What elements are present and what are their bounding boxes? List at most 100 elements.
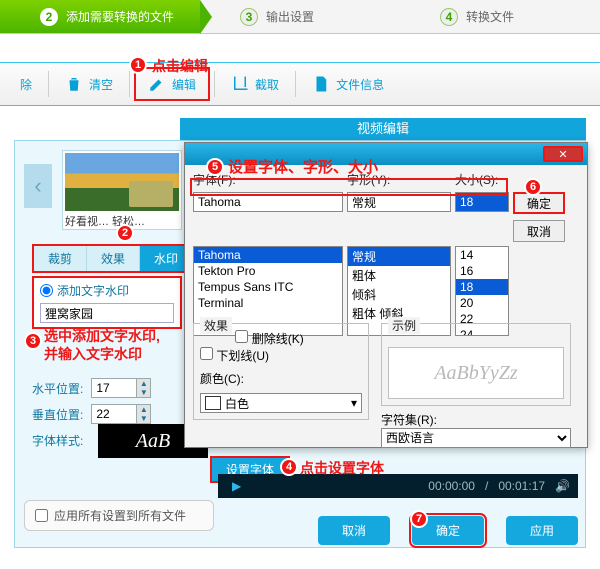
clear-button[interactable]: 清空 bbox=[53, 69, 125, 99]
fileinfo-button[interactable]: 文件信息 bbox=[300, 69, 396, 99]
list-item[interactable]: 20 bbox=[456, 295, 508, 311]
tab-crop[interactable]: 裁剪 bbox=[34, 246, 87, 271]
volume-icon[interactable]: 🔊 bbox=[555, 479, 570, 493]
close-icon[interactable]: ✕ bbox=[543, 146, 583, 162]
vpos-spinner[interactable]: ▲▼ bbox=[91, 404, 151, 424]
annotation-badge-2: 2 bbox=[116, 224, 134, 242]
font-cancel-button[interactable]: 取消 bbox=[513, 220, 565, 242]
video-edit-title: 视频编辑 bbox=[180, 118, 586, 140]
edit-tabs: 裁剪 效果 水印 bbox=[32, 244, 195, 273]
spin-up-icon[interactable]: ▲ bbox=[136, 379, 150, 388]
spin-down-icon[interactable]: ▼ bbox=[136, 414, 150, 423]
time-total: 00:01:17 bbox=[498, 479, 545, 493]
step-output[interactable]: 3 输出设置 bbox=[200, 0, 400, 33]
tab-effect[interactable]: 效果 bbox=[87, 246, 140, 271]
spin-down-icon[interactable]: ▼ bbox=[136, 388, 150, 397]
separator bbox=[129, 71, 130, 97]
separator bbox=[48, 71, 49, 97]
video-thumbnail[interactable]: 好看视… 轻松… bbox=[62, 150, 182, 230]
annotation-badge-1: 1 bbox=[129, 56, 147, 74]
list-item[interactable]: 18 bbox=[456, 279, 508, 295]
annotation-text-3a: 选中添加文字水印, bbox=[44, 326, 160, 346]
vpos-input[interactable] bbox=[92, 405, 136, 423]
step-label: 转换文件 bbox=[466, 8, 514, 25]
watermark-group: 添加文字水印 bbox=[32, 276, 182, 329]
step-number: 3 bbox=[240, 8, 258, 26]
apply-all-checkbox[interactable]: 应用所有设置到所有文件 bbox=[24, 500, 214, 531]
style-input[interactable] bbox=[347, 192, 451, 212]
sample-text: AaBbYyZz bbox=[388, 347, 564, 399]
annotation-text-5: 设置字体、字形、大小 bbox=[228, 156, 378, 177]
font-ok-button[interactable]: 确定 bbox=[513, 192, 565, 214]
annotation-badge-4: 4 bbox=[280, 458, 298, 476]
annotation-text-4: 点击设置字体 bbox=[300, 458, 384, 478]
effect-group: 效果 删除线(K) 下划线(U) 颜色(C): 白色 ▾ bbox=[193, 319, 369, 420]
chevron-down-icon: ▾ bbox=[351, 396, 357, 410]
separator bbox=[214, 71, 215, 97]
delete-button[interactable]: 除 bbox=[8, 70, 44, 99]
color-combo[interactable]: 白色 ▾ bbox=[200, 393, 362, 413]
annotation-text-1: 点击编辑 bbox=[152, 56, 208, 76]
step-add-files[interactable]: 2 添加需要转换的文件 bbox=[0, 0, 200, 33]
sample-group: 示例 AaBbYyZz bbox=[381, 319, 571, 406]
apply-all-input[interactable] bbox=[35, 509, 48, 522]
color-value: 白色 bbox=[225, 395, 249, 412]
step-label: 添加需要转换的文件 bbox=[66, 8, 174, 25]
list-item[interactable]: 14 bbox=[456, 247, 508, 263]
watermark-radio[interactable] bbox=[40, 284, 53, 297]
script-label: 字符集(R): bbox=[381, 411, 571, 428]
annotation-badge-7: 7 bbox=[410, 510, 428, 528]
chevron-left-icon[interactable]: ‹ bbox=[24, 164, 52, 208]
script-group: 字符集(R): 西欧语言 bbox=[381, 411, 571, 448]
list-item[interactable]: Tekton Pro bbox=[194, 263, 342, 279]
play-icon[interactable]: ▶ bbox=[232, 479, 241, 493]
size-label: 大小(S): bbox=[455, 171, 509, 188]
color-label: 颜色(C): bbox=[200, 370, 362, 387]
toolbar: 除 清空 编辑 截取 文件信息 bbox=[0, 62, 600, 106]
spin-up-icon[interactable]: ▲ bbox=[136, 405, 150, 414]
separator bbox=[295, 71, 296, 97]
list-item[interactable]: 粗体 bbox=[348, 266, 450, 285]
annotation-badge-5: 5 bbox=[206, 158, 224, 176]
underline-checkbox[interactable]: 下划线(U) bbox=[200, 349, 269, 363]
crop-button[interactable]: 截取 bbox=[219, 69, 291, 99]
color-swatch-icon bbox=[205, 396, 221, 410]
step-number: 4 bbox=[440, 8, 458, 26]
document-icon bbox=[312, 75, 330, 93]
list-item[interactable]: Tempus Sans ITC bbox=[194, 279, 342, 295]
annotation-badge-3: 3 bbox=[24, 332, 42, 350]
wizard-steps: 2 添加需要转换的文件 3 输出设置 4 转换文件 bbox=[0, 0, 600, 34]
crop-icon bbox=[231, 75, 249, 93]
dialog-buttons: 取消 确定 应用 bbox=[318, 516, 578, 545]
font-style-label: 字体样式: bbox=[32, 432, 83, 449]
list-item[interactable]: Terminal bbox=[194, 295, 342, 311]
watermark-text-input[interactable] bbox=[40, 303, 174, 323]
effect-legend: 效果 bbox=[200, 317, 232, 334]
strike-checkbox[interactable]: 删除线(K) bbox=[235, 332, 303, 346]
cancel-button[interactable]: 取消 bbox=[318, 516, 390, 545]
list-item[interactable]: Tahoma bbox=[194, 247, 342, 263]
list-item[interactable]: 常规 bbox=[348, 247, 450, 266]
step-convert[interactable]: 4 转换文件 bbox=[400, 0, 600, 33]
list-item[interactable]: 16 bbox=[456, 263, 508, 279]
hpos-spinner[interactable]: ▲▼ bbox=[91, 378, 151, 398]
step-label: 输出设置 bbox=[266, 8, 314, 25]
pencil-icon bbox=[148, 75, 166, 93]
watermark-radio-label[interactable]: 添加文字水印 bbox=[40, 282, 174, 299]
font-input[interactable] bbox=[193, 192, 343, 212]
vpos-label: 垂直位置: bbox=[32, 406, 83, 423]
trash-icon bbox=[65, 75, 83, 93]
size-input[interactable] bbox=[455, 192, 509, 212]
annotation-text-3b: 并输入文字水印 bbox=[44, 344, 142, 364]
hpos-input[interactable] bbox=[92, 379, 136, 397]
annotation-badge-6: 6 bbox=[524, 178, 542, 196]
sample-legend: 示例 bbox=[388, 317, 420, 334]
hpos-label: 水平位置: bbox=[32, 380, 83, 397]
apply-button[interactable]: 应用 bbox=[506, 516, 578, 545]
step-number: 2 bbox=[40, 8, 58, 26]
media-bar: ▶ 00:00:00 / 00:01:17 🔊 bbox=[218, 474, 578, 498]
time-sep: / bbox=[485, 479, 488, 493]
list-item[interactable]: 倾斜 bbox=[348, 285, 450, 304]
thumbnail-image bbox=[65, 153, 179, 211]
script-select[interactable]: 西欧语言 bbox=[381, 428, 571, 448]
